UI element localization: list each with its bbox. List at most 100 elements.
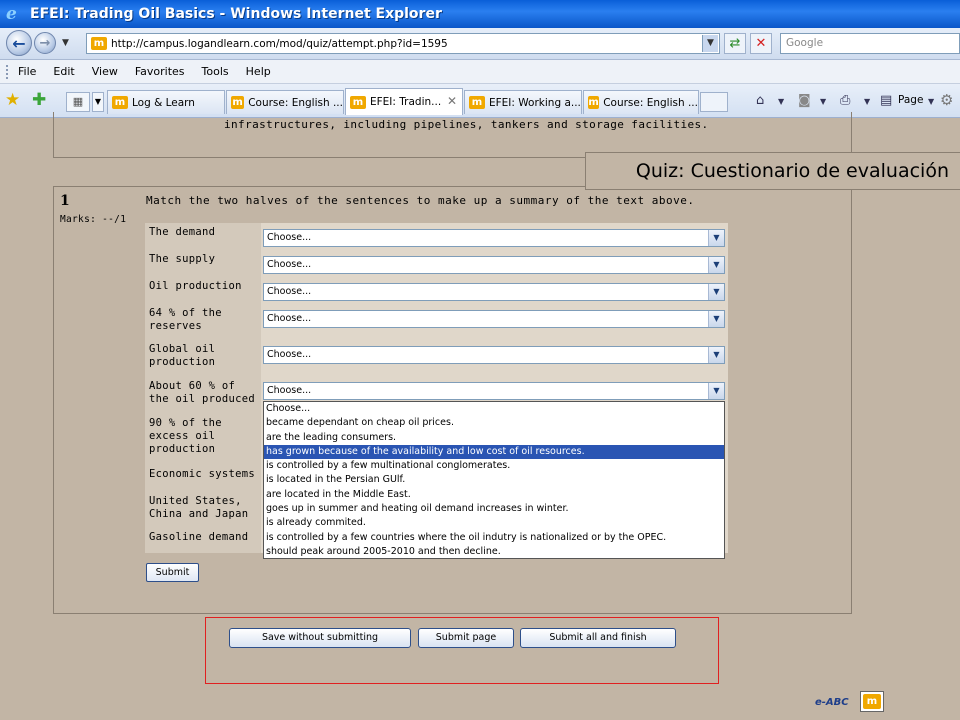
dropdown-option[interactable]: became dependant on cheap oil prices. bbox=[264, 416, 724, 430]
table-row: 64 % of the reserves Choose... ▼ bbox=[145, 304, 728, 340]
select-cell: Choose... ▼ bbox=[261, 340, 728, 377]
new-tab-button[interactable] bbox=[700, 92, 728, 112]
history-dropdown-icon[interactable]: ▼ bbox=[62, 38, 69, 48]
stop-icon: ✕ bbox=[755, 36, 767, 51]
page-icon[interactable]: ▤ bbox=[880, 93, 892, 108]
dropdown-option[interactable]: is controlled by a few countries where t… bbox=[264, 531, 724, 545]
refresh-button[interactable]: ⇄ bbox=[724, 33, 746, 54]
table-row: Global oil production Choose... ▼ bbox=[145, 340, 728, 377]
select-value: Choose... bbox=[267, 313, 312, 324]
arrow-left-icon: ← bbox=[12, 33, 26, 53]
tab-log-and-learn[interactable]: m Log & Learn bbox=[107, 90, 225, 114]
tab-course-english-2[interactable]: m Course: English ... bbox=[583, 90, 699, 114]
tab-label: Course: English ... bbox=[248, 96, 343, 109]
answer-select-5[interactable]: Choose... ▼ bbox=[263, 346, 725, 364]
stop-button[interactable]: ✕ bbox=[750, 33, 772, 54]
page-menu[interactable]: Page bbox=[898, 94, 923, 106]
home-icon[interactable]: ⌂ bbox=[756, 93, 764, 108]
search-input[interactable]: Google bbox=[780, 33, 960, 54]
select-value: Choose... bbox=[267, 232, 312, 243]
dropdown-option[interactable]: are the leading consumers. bbox=[264, 431, 724, 445]
menu-help[interactable]: Help bbox=[246, 65, 271, 78]
print-icon[interactable]: ⎙ bbox=[840, 93, 850, 108]
window-titlebar: e EFEI: Trading Oil Basics - Windows Int… bbox=[0, 0, 960, 28]
chevron-down-icon[interactable]: ▼ bbox=[708, 347, 724, 363]
chevron-down-icon[interactable]: ▼ bbox=[708, 383, 724, 399]
dropdown-option[interactable]: goes up in summer and heating oil demand… bbox=[264, 502, 724, 516]
row-label: About 60 % of the oil produced bbox=[145, 377, 261, 414]
submit-page-button[interactable]: Submit page bbox=[418, 628, 514, 648]
row-label: 90 % of the excess oil production bbox=[145, 414, 261, 465]
dropdown-option[interactable]: should peak around 2005-2010 and then de… bbox=[264, 545, 724, 559]
page-dropdown-icon[interactable]: ▼ bbox=[928, 97, 934, 106]
refresh-icon: ⇄ bbox=[729, 36, 741, 51]
address-url[interactable]: http://campus.logandlearn.com/mod/quiz/a… bbox=[111, 38, 448, 50]
question-marks: Marks: --/1 bbox=[60, 214, 127, 225]
quiz-label-box: Quiz: Cuestionario de evaluación bbox=[585, 152, 960, 190]
select-value: Choose... bbox=[267, 349, 312, 360]
select-cell: Choose... ▼ bbox=[261, 277, 728, 304]
menu-bar: File Edit View Favorites Tools Help bbox=[0, 60, 960, 84]
submit-all-and-finish-button[interactable]: Submit all and finish bbox=[520, 628, 676, 648]
address-dropdown-icon[interactable]: ▼ bbox=[702, 35, 718, 52]
dropdown-option[interactable]: are located in the Middle East. bbox=[264, 488, 724, 502]
feeds-dropdown-icon[interactable]: ▼ bbox=[820, 97, 826, 106]
dropdown-option[interactable]: is located in the Persian GUlf. bbox=[264, 473, 724, 487]
answer-select-3[interactable]: Choose... ▼ bbox=[263, 283, 725, 301]
close-tab-icon[interactable]: ✕ bbox=[447, 94, 457, 108]
quick-tabs-button[interactable]: ▦ bbox=[66, 92, 90, 112]
toolbar-grip bbox=[6, 65, 9, 79]
ie-logo-icon: e bbox=[6, 4, 17, 24]
add-favorite-icon[interactable]: ✚ bbox=[32, 90, 46, 110]
row-label: The supply bbox=[145, 250, 261, 277]
menu-file[interactable]: File bbox=[18, 65, 36, 78]
menu-edit[interactable]: Edit bbox=[53, 65, 74, 78]
dropdown-option-highlighted[interactable]: has grown because of the availability an… bbox=[264, 444, 724, 460]
chevron-down-icon[interactable]: ▼ bbox=[708, 230, 724, 246]
tab-label: EFEI: Working a... bbox=[489, 96, 581, 109]
tools-gear-icon[interactable]: ⚙ bbox=[940, 91, 953, 109]
chevron-down-icon[interactable]: ▼ bbox=[708, 284, 724, 300]
tab-favicon-icon: m bbox=[231, 96, 245, 109]
logandlearn-logo: m bbox=[860, 691, 884, 712]
home-dropdown-icon[interactable]: ▼ bbox=[778, 97, 784, 106]
row-label: United States, China and Japan bbox=[145, 492, 261, 528]
feeds-icon[interactable]: ◙ bbox=[798, 93, 811, 108]
dropdown-option[interactable]: Choose... bbox=[264, 402, 724, 416]
address-bar[interactable]: m http://campus.logandlearn.com/mod/quiz… bbox=[86, 33, 720, 54]
tab-efei-working[interactable]: m EFEI: Working a... bbox=[464, 90, 582, 114]
chevron-down-icon[interactable]: ▼ bbox=[708, 311, 724, 327]
question-number: 1 bbox=[60, 193, 70, 209]
tab-course-english-1[interactable]: m Course: English ... bbox=[226, 90, 344, 114]
submit-button[interactable]: Submit bbox=[146, 563, 199, 582]
answer-dropdown-list: Choose... became dependant on cheap oil … bbox=[263, 401, 725, 559]
dropdown-option[interactable]: is controlled by a few multinational con… bbox=[264, 459, 724, 473]
quick-tabs-icon: ▦ bbox=[72, 95, 84, 108]
menu-favorites[interactable]: Favorites bbox=[135, 65, 185, 78]
row-label: Global oil production bbox=[145, 340, 261, 377]
select-value: Choose... bbox=[267, 286, 312, 297]
dropdown-option[interactable]: is already commited. bbox=[264, 516, 724, 530]
favorites-star-icon[interactable]: ★ bbox=[5, 90, 20, 110]
menu-tools[interactable]: Tools bbox=[202, 65, 229, 78]
table-row: The demand Choose... ▼ bbox=[145, 223, 728, 250]
answer-select-4[interactable]: Choose... ▼ bbox=[263, 310, 725, 328]
save-without-submitting-button[interactable]: Save without submitting bbox=[229, 628, 411, 648]
tab-efei-trading[interactable]: m EFEI: Tradin... ✕ bbox=[345, 88, 463, 115]
tab-label: EFEI: Tradin... bbox=[370, 96, 442, 108]
answer-select-1[interactable]: Choose... ▼ bbox=[263, 229, 725, 247]
answer-select-2[interactable]: Choose... ▼ bbox=[263, 256, 725, 274]
forward-button[interactable]: → bbox=[34, 32, 56, 54]
eabc-logo: e-ABC bbox=[815, 697, 849, 708]
back-button[interactable]: ← bbox=[6, 30, 32, 56]
window-title: EFEI: Trading Oil Basics - Windows Inter… bbox=[30, 6, 442, 22]
tab-favicon-icon: m bbox=[112, 96, 128, 109]
chevron-down-icon[interactable]: ▼ bbox=[708, 257, 724, 273]
menu-view[interactable]: View bbox=[92, 65, 118, 78]
select-value: Choose... bbox=[267, 385, 312, 396]
answer-select-6[interactable]: Choose... ▼ bbox=[263, 382, 725, 400]
print-dropdown-icon[interactable]: ▼ bbox=[864, 97, 870, 106]
tab-list-dropdown[interactable]: ▼ bbox=[92, 92, 104, 112]
row-label: Oil production bbox=[145, 277, 261, 304]
arrow-right-icon: → bbox=[39, 35, 51, 51]
